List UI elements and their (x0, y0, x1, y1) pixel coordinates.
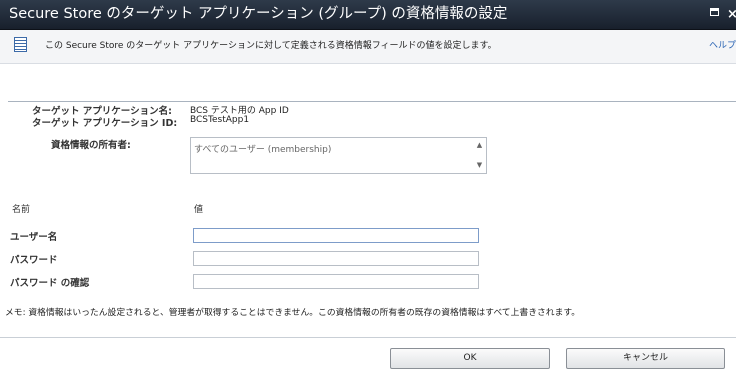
name-column-header: 名前 (12, 205, 31, 215)
password-label: パスワード (10, 255, 58, 266)
scroll-up-icon[interactable]: ▲ (474, 140, 485, 150)
description-bar: この Secure Store のターゲット アプリケーションに対して定義される… (0, 30, 736, 64)
username-field[interactable] (193, 228, 479, 243)
confirm-password-field[interactable] (193, 274, 479, 289)
document-icon (14, 37, 27, 52)
target-app-id-value: BCSTestApp1 (190, 115, 250, 125)
username-label: ユーザー名 (10, 232, 58, 243)
close-icon[interactable]: × (727, 0, 736, 29)
note-text: メモ: 資格情報はいったん設定されると、管理者が取得することはできません。この資… (5, 308, 581, 318)
password-field[interactable] (193, 251, 479, 266)
scroll-down-icon[interactable]: ▼ (474, 160, 485, 170)
target-app-id-label: ターゲット アプリケーション ID: (32, 118, 178, 129)
footer-divider (0, 337, 736, 338)
credential-owners-label: 資格情報の所有者: (51, 140, 131, 151)
credential-owners-value: すべてのユーザー (membership) (194, 145, 332, 155)
maximize-icon[interactable] (710, 8, 719, 16)
ok-button[interactable]: OK (390, 348, 550, 369)
confirm-password-label: パスワード の確認 (10, 278, 90, 289)
value-column-header: 値 (194, 205, 204, 215)
title-bar: Secure Store のターゲット アプリケーション (グループ) の資格情… (0, 0, 736, 30)
help-link[interactable]: ヘルプ (709, 38, 736, 51)
description-text: この Secure Store のターゲット アプリケーションに対して定義される… (45, 41, 497, 51)
credential-owners-box[interactable]: すべてのユーザー (membership) ▲ ▼ (190, 137, 487, 174)
cancel-button[interactable]: キャンセル (566, 348, 725, 369)
window-title: Secure Store のターゲット アプリケーション (グループ) の資格情… (9, 6, 508, 22)
section-divider (8, 101, 736, 102)
